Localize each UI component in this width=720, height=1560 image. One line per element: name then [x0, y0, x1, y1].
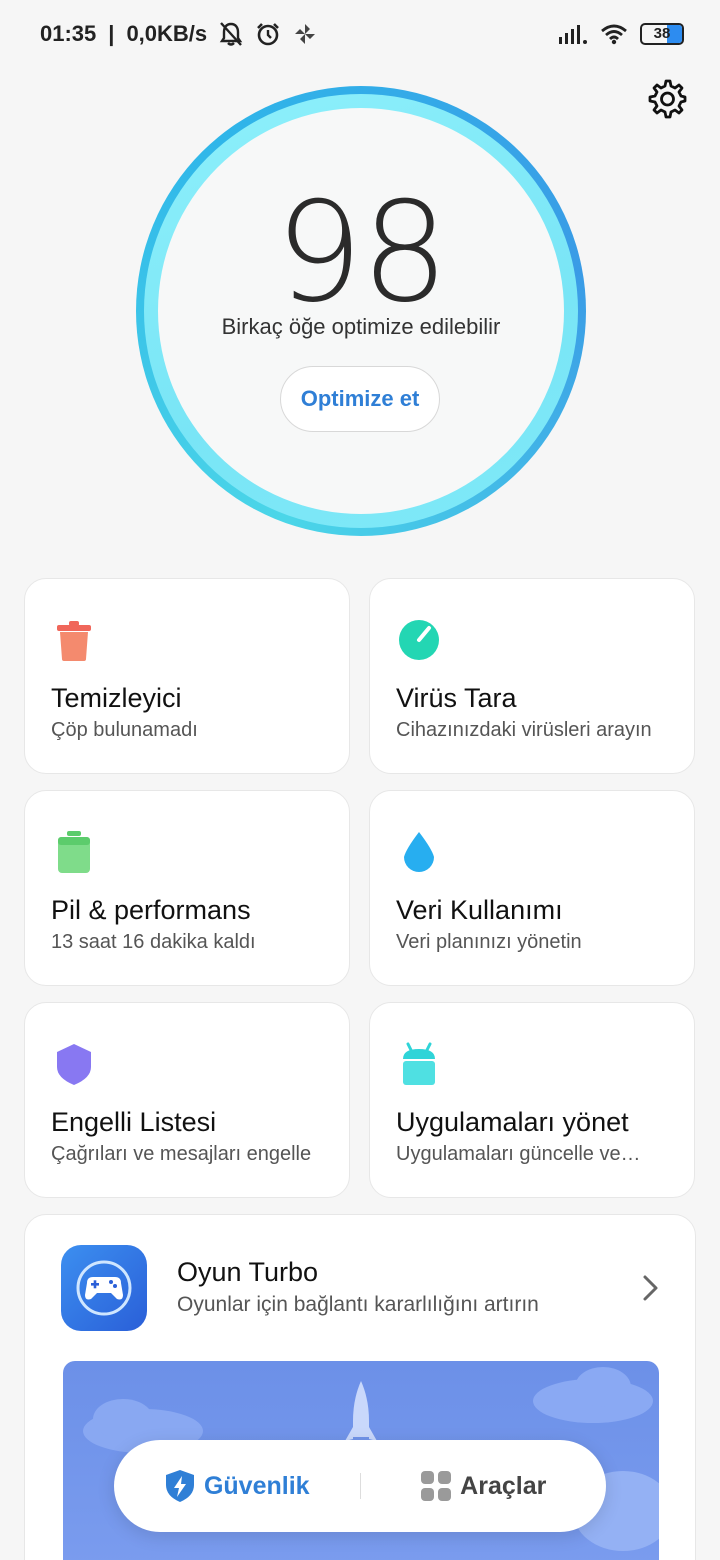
card-battery[interactable]: Pil & performans 13 saat 16 dakika kaldı	[24, 790, 350, 986]
virus-scan-icon	[399, 620, 439, 660]
score-ring: 98 Birkaç öğe optimize edilebilir Optimi…	[136, 86, 586, 536]
nav-security[interactable]: Güvenlik	[114, 1469, 360, 1503]
nav-tools[interactable]: Araçlar	[361, 1470, 607, 1502]
battery-icon	[58, 831, 90, 873]
card-subtitle: Veri planınızı yönetin	[396, 931, 582, 953]
pinwheel-icon	[295, 24, 316, 44]
wifi-icon	[601, 24, 627, 45]
card-subtitle: Uygulamaları güncelle ve…	[396, 1143, 641, 1165]
android-icon	[403, 1042, 435, 1085]
trash-icon	[57, 621, 91, 661]
card-blocklist[interactable]: Engelli Listesi Çağrıları ve mesajları e…	[24, 1002, 350, 1198]
bell-off-icon	[219, 22, 243, 46]
status-speed: 0,0KB/s	[126, 21, 208, 46]
gear-icon[interactable]	[646, 78, 688, 120]
gamepad-icon	[61, 1245, 147, 1331]
water-drop-icon	[404, 832, 434, 872]
card-title: Uygulamaları yönet	[396, 1107, 629, 1137]
card-virus-scan[interactable]: Virüs Tara Cihazınızdaki virüsleri arayı…	[369, 578, 695, 774]
card-cleaner[interactable]: Temizleyici Çöp bulunamadı	[24, 578, 350, 774]
battery-indicator: 38	[640, 23, 684, 45]
signal-icon	[559, 25, 587, 44]
shield-icon	[57, 1044, 91, 1085]
bottom-nav: Güvenlik Araçlar	[114, 1440, 606, 1532]
status-time: 01:35	[40, 21, 97, 46]
game-turbo-title: Oyun Turbo	[177, 1257, 319, 1287]
status-bar: 01:35 | 0,0KB/s 38	[0, 0, 720, 68]
shield-bolt-icon	[165, 1470, 194, 1502]
chevron-right-icon[interactable]	[639, 1273, 663, 1303]
battery-level: 38	[653, 25, 671, 42]
optimize-button[interactable]: Optimize et	[280, 366, 440, 432]
card-subtitle: Çöp bulunamadı	[51, 719, 198, 741]
card-title: Pil & performans	[51, 895, 251, 925]
card-subtitle: 13 saat 16 dakika kaldı	[51, 931, 256, 953]
game-turbo-subtitle: Oyunlar için bağlantı kararlılığını artı…	[177, 1293, 539, 1316]
card-title: Temizleyici	[51, 683, 182, 713]
nav-security-label: Güvenlik	[203, 1471, 310, 1500]
card-subtitle: Çağrıları ve mesajları engelle	[51, 1143, 312, 1165]
score-subtitle: Birkaç öğe optimize edilebilir	[221, 314, 501, 339]
card-title: Virüs Tara	[396, 683, 517, 713]
status-separator: |	[108, 21, 115, 46]
alarm-icon	[257, 23, 280, 46]
card-title: Engelli Listesi	[51, 1107, 217, 1137]
card-title: Veri Kullanımı	[396, 895, 563, 925]
card-manage-apps[interactable]: Uygulamaları yönet Uygulamaları güncelle…	[369, 1002, 695, 1198]
card-data-usage[interactable]: Veri Kullanımı Veri planınızı yönetin	[369, 790, 695, 986]
card-subtitle: Cihazınızdaki virüsleri arayın	[396, 719, 652, 741]
nav-tools-label: Araçlar	[460, 1471, 547, 1500]
grid-tools-icon	[421, 1471, 452, 1501]
security-score: 98	[275, 172, 449, 333]
